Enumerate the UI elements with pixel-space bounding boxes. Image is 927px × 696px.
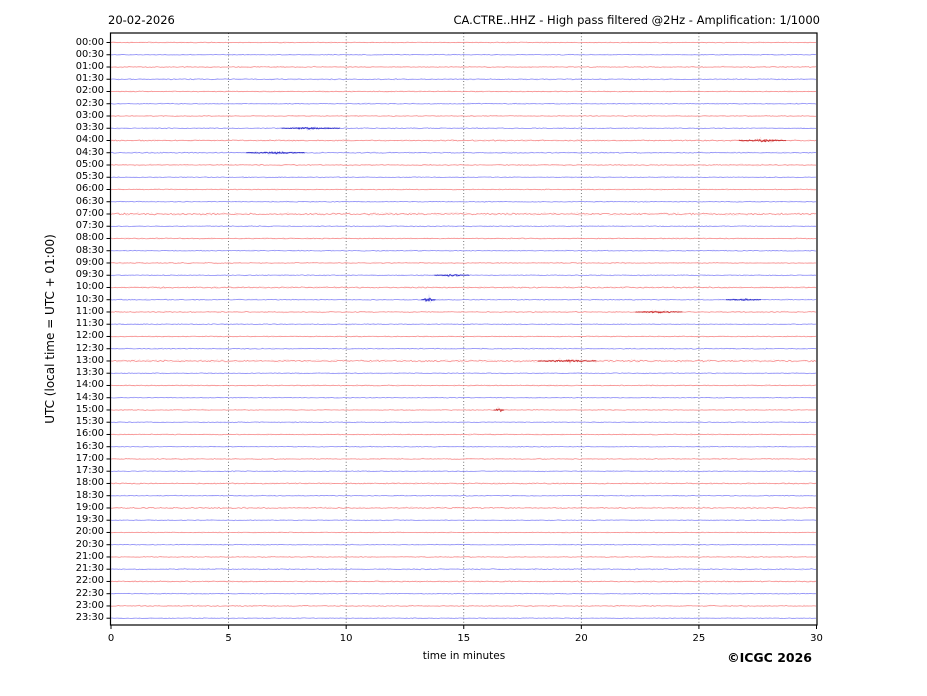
trace-row-21:00 (111, 556, 816, 558)
trace-row-05:00 (111, 164, 816, 166)
tick-marks (107, 43, 817, 630)
trace-row-03:30 (111, 126, 816, 131)
gridlines (229, 33, 699, 625)
trace-row-00:30 (111, 54, 816, 56)
trace-row-15:30 (111, 421, 816, 423)
trace-rows (111, 42, 816, 620)
trace-row-17:00 (111, 458, 816, 460)
trace-row-02:30 (111, 103, 816, 105)
trace-row-18:30 (111, 495, 816, 497)
trace-row-23:30 (111, 617, 816, 619)
seismogram-page: { "header": { "date": "20-02-2026", "tit… (0, 0, 927, 696)
trace-row-12:30 (111, 348, 816, 350)
helicorder-plot (0, 0, 927, 696)
trace-row-21:30 (111, 568, 816, 571)
trace-row-05:30 (111, 176, 816, 178)
trace-row-08:00 (111, 237, 816, 239)
trace-row-11:00 (111, 310, 816, 314)
trace-row-01:00 (111, 66, 816, 68)
trace-row-09:00 (111, 262, 816, 264)
trace-row-06:30 (111, 201, 816, 203)
trace-row-14:00 (111, 384, 816, 386)
trace-row-19:00 (111, 507, 816, 510)
